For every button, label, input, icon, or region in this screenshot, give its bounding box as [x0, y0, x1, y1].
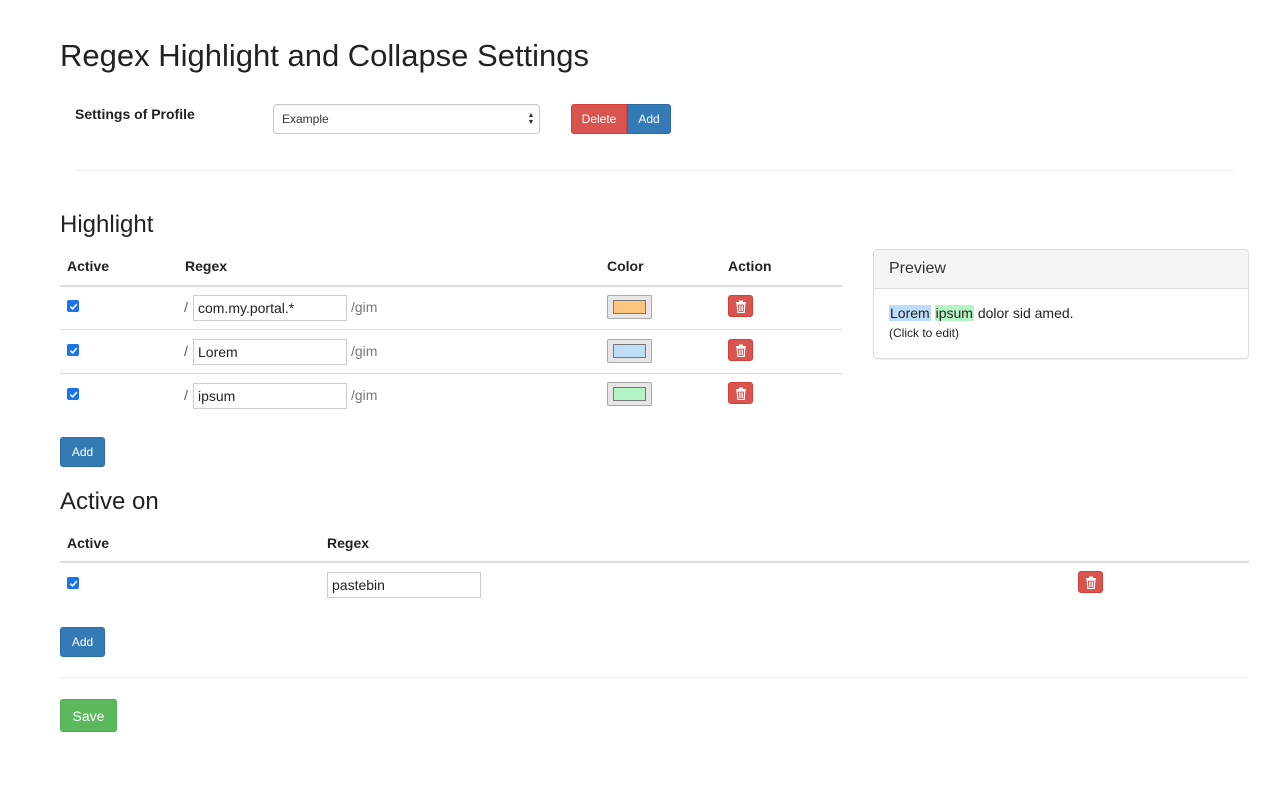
trash-icon: [735, 387, 746, 400]
active-on-col-regex: Regex: [327, 535, 370, 551]
highlight-row-2-checkbox[interactable]: [67, 344, 79, 356]
divider: [60, 677, 1249, 678]
highlight-heading: Highlight: [60, 211, 154, 238]
highlight-col-action: Action: [728, 258, 772, 274]
regex-open-slash: /: [184, 299, 188, 315]
trash-icon: [1085, 576, 1096, 589]
table-header-border: [60, 285, 842, 287]
highlight-row-2-regex-input[interactable]: Lorem: [193, 339, 347, 365]
highlight-row-3-delete-button[interactable]: [728, 382, 753, 404]
delete-profile-button[interactable]: Delete: [571, 104, 627, 134]
preview-body[interactable]: Lorem ipsum dolor sid amed. (Click to ed…: [874, 289, 1248, 356]
color-swatch: [613, 344, 646, 358]
add-profile-button[interactable]: Add: [627, 104, 671, 134]
preview-rest-text: dolor sid amed.: [977, 305, 1074, 321]
settings-page: Regex Highlight and Collapse Settings Se…: [0, 0, 1280, 800]
regex-open-slash: /: [184, 387, 188, 403]
preview-panel: Preview Lorem ipsum dolor sid amed. (Cli…: [873, 249, 1249, 359]
click-to-edit-hint: (Click to edit): [889, 326, 960, 340]
divider: [75, 170, 1234, 171]
profile-select[interactable]: Example ▲ ▼: [273, 104, 540, 134]
select-arrows-icon: ▲ ▼: [527, 112, 535, 126]
highlight-row-2-color-picker[interactable]: [607, 339, 652, 363]
profile-select-value: Example: [282, 112, 329, 126]
active-on-row-1-delete-button[interactable]: [1078, 571, 1103, 593]
page-title: Regex Highlight and Collapse Settings: [60, 38, 590, 73]
check-icon: [69, 580, 77, 587]
highlight-row-3-checkbox[interactable]: [67, 388, 79, 400]
highlight-row-3-color-picker[interactable]: [607, 382, 652, 406]
preview-text: Lorem ipsum dolor sid amed.: [889, 305, 1233, 321]
table-header-border: [60, 561, 1249, 563]
highlight-row-1-checkbox[interactable]: [67, 300, 79, 312]
highlight-row-1-delete-button[interactable]: [728, 295, 753, 317]
row-divider: [60, 329, 842, 330]
regex-flags: /gim: [351, 299, 378, 315]
regex-flags: /gim: [351, 343, 378, 359]
trash-icon: [735, 344, 746, 357]
highlight-col-color: Color: [607, 258, 644, 274]
preview-highlight-lorem: Lorem: [889, 305, 931, 321]
active-on-row-1-regex-input[interactable]: pastebin: [327, 572, 481, 598]
save-button[interactable]: Save: [60, 699, 117, 732]
check-icon: [69, 391, 77, 398]
add-highlight-button[interactable]: Add: [60, 437, 105, 467]
profile-label: Settings of Profile: [75, 106, 195, 122]
highlight-col-regex: Regex: [185, 258, 228, 274]
color-swatch: [613, 387, 646, 401]
check-icon: [69, 303, 77, 310]
preview-heading: Preview: [874, 250, 1248, 289]
highlight-row-3-regex-input[interactable]: ipsum: [193, 383, 347, 409]
trash-icon: [735, 300, 746, 313]
highlight-col-active: Active: [67, 258, 110, 274]
highlight-row-1-color-picker[interactable]: [607, 295, 652, 319]
active-on-col-active: Active: [67, 535, 110, 551]
preview-highlight-ipsum: ipsum: [934, 305, 974, 321]
highlight-row-2-delete-button[interactable]: [728, 339, 753, 361]
add-active-on-button[interactable]: Add: [60, 627, 105, 657]
regex-open-slash: /: [184, 343, 188, 359]
regex-flags: /gim: [351, 387, 378, 403]
check-icon: [69, 347, 77, 354]
active-on-row-1-checkbox[interactable]: [67, 577, 79, 589]
active-on-heading: Active on: [60, 488, 159, 515]
row-divider: [60, 373, 842, 374]
color-swatch: [613, 300, 646, 314]
highlight-row-1-regex-input[interactable]: com.my.portal.*: [193, 295, 347, 321]
